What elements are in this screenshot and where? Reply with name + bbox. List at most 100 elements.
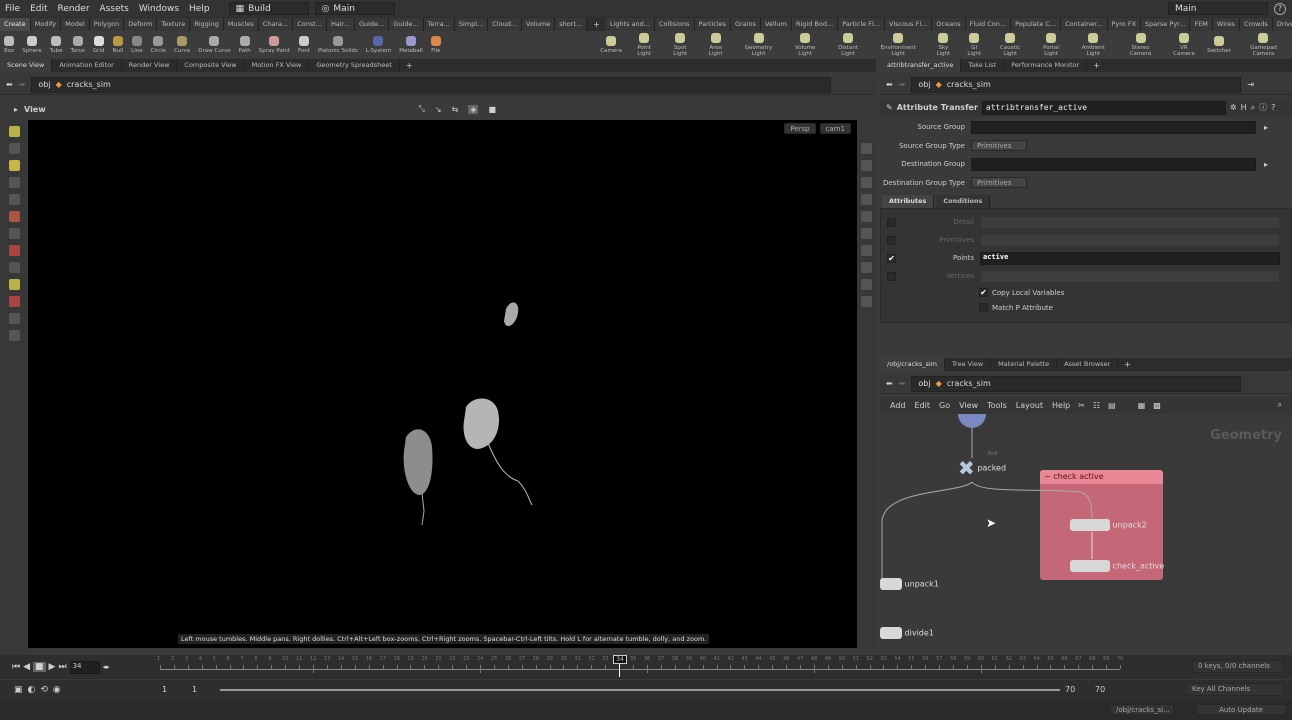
param-tab[interactable]: Performance Monitor [1004,59,1088,72]
step-icon[interactable]: ◂▸ [103,663,110,671]
start-frame[interactable]: 1 [162,685,167,694]
network-tab[interactable]: /obj/cracks_sim [880,358,946,371]
pin-icon[interactable]: ⇥ [1247,80,1254,89]
loop-icon[interactable]: ⟲ [40,685,48,695]
persp-menu[interactable]: Persp [784,123,816,134]
range-slider[interactable] [220,689,1060,691]
shelf-tab[interactable]: Vellum [760,17,792,31]
attrib-checkbox[interactable] [887,271,896,281]
attrib-checkbox[interactable] [887,217,896,227]
network-menu-edit[interactable]: Edit [915,401,931,410]
light-icon[interactable] [861,177,872,188]
shelf-tool-volume-light[interactable]: Volume Light [784,32,827,57]
tab-geometry-spreadsheet[interactable]: Geometry Spreadsheet [309,59,400,72]
settings-icon[interactable]: ◉ [53,685,61,695]
shelf-tool-gi-light[interactable]: GI Light [960,32,989,57]
runtime-select[interactable]: ◎ Main [314,2,395,15]
pose-tool-icon[interactable] [8,177,20,188]
shelf-tool-point-light[interactable]: Point Light [626,32,663,57]
attrib-checkbox[interactable] [887,235,896,245]
shelf-tab[interactable]: Texture [157,17,191,31]
param-tab[interactable]: Take List [961,59,1005,72]
shading-icon[interactable] [861,194,872,205]
shelf-tab[interactable]: FEM [1190,17,1213,31]
node-divide1[interactable]: divide1 [880,627,934,639]
network-menu-view[interactable]: View [959,401,978,410]
network-graph[interactable]: Geometry − check active ✖ Null packed unp… [880,414,1292,652]
shelf-tab[interactable]: Particle Fl... [838,17,886,31]
shelf-tab[interactable]: Const... [293,17,328,31]
shelf-tab[interactable]: Polygon [89,17,125,31]
wire-icon[interactable] [861,211,872,222]
shelf-tool-null[interactable]: Null [108,35,127,54]
shelf-tab[interactable]: Deform [124,17,158,31]
tab-animation-editor[interactable]: Animation Editor [52,59,122,72]
magnet-icon[interactable] [8,296,20,307]
shelf-tool-ambient-light[interactable]: Ambient Light [1070,32,1116,57]
menu-render[interactable]: Render [53,4,95,14]
go-end-icon[interactable]: ⏭ [58,662,66,672]
realtime-icon[interactable]: ▣ [14,685,23,695]
shelf-tool-tube[interactable]: Tube [46,35,67,54]
frame-field[interactable]: 34 [69,660,100,674]
param-field[interactable] [971,120,1256,134]
shelf-tab[interactable]: Fluid Con... [965,17,1012,31]
attrib-field[interactable] [980,233,1280,247]
select-arrow-icon[interactable]: ▸ [1256,123,1268,132]
keys-channels-display[interactable]: 0 keys, 0/0 channels [1192,660,1284,673]
paint-icon[interactable] [8,245,20,256]
attrib-checkbox[interactable]: ✔ [887,253,896,263]
shelf-tool-spray-paint[interactable]: Spray Paint [255,35,294,54]
select-icon[interactable]: ⤡ [418,104,424,114]
shelf-tab[interactable]: Rigid Bod... [791,17,839,31]
vis-icon[interactable] [861,296,872,307]
param-field[interactable] [971,157,1256,171]
path-cracks-sim[interactable]: cracks_sim [67,80,111,89]
shelf-tool-caustic-light[interactable]: Caustic Light [989,32,1032,57]
attrib-field[interactable] [980,215,1280,229]
menu-file[interactable]: File [0,4,25,14]
measure-icon[interactable] [8,262,20,273]
back-icon[interactable]: ⬅ [886,379,893,388]
shelf-tab[interactable]: Modify [30,17,62,31]
handle-icon[interactable] [8,211,20,222]
menu-help[interactable]: Help [184,4,215,14]
help-icon[interactable]: ? [1274,2,1286,15]
desktop-select[interactable]: ▦ Build [228,2,309,15]
stop-icon[interactable]: ■ [33,662,46,672]
select-arrow-icon[interactable]: ▸ [1256,160,1268,169]
add-tab-button[interactable]: + [1118,360,1137,369]
shelf-tab[interactable]: Muscles [223,17,259,31]
audio-icon[interactable]: ◐ [28,685,36,695]
param-tab[interactable]: attribtransfer_active [880,59,962,72]
shelf-tool-portal-light[interactable]: Portal Light [1032,32,1071,57]
shelf-tab[interactable]: Sparse Pyr... [1141,17,1191,31]
shelf-tab[interactable]: Create [0,17,31,31]
grid-icon[interactable] [861,262,872,273]
shelf-tool-stereo-camera[interactable]: Stereo Camera [1116,32,1164,57]
tab-scene-view[interactable]: Scene View [0,59,53,72]
shelf-tab[interactable]: Container... [1061,17,1108,31]
play-back-icon[interactable]: ◀ [23,662,30,672]
shelf-tool-l-system[interactable]: L-System [362,35,395,54]
shelf-tab[interactable]: Drive Sim... [1272,17,1292,31]
shelf-tab[interactable]: Guide... [354,17,390,31]
shelf-tool-torus[interactable]: Torus [67,35,89,54]
attrib-field[interactable]: active [980,251,1280,265]
shelf-tool-environment-light[interactable]: Environment Light [869,32,927,57]
ghost-icon[interactable]: ■ [488,105,496,114]
shelf-tool-area-light[interactable]: Area Light [698,32,734,57]
shelf-tab[interactable]: Model [61,17,90,31]
node-check-active[interactable]: check_active [1070,560,1164,572]
sculpt-icon[interactable] [8,279,20,290]
add-shelf-button[interactable]: + [587,20,606,29]
list-icon[interactable]: ▤ [1108,401,1116,410]
shelf-tool-gamepad-camera[interactable]: Gamepad Camera [1235,32,1292,57]
network-tab[interactable]: Material Palette [991,358,1058,371]
tab-render-view[interactable]: Render View [122,59,178,72]
shelf-tab[interactable]: Pyro FX [1107,17,1142,31]
shelf-tool-line[interactable]: Line [127,35,146,54]
shelf-tool-spot-light[interactable]: Spot Light [662,32,697,57]
back-icon[interactable]: ⬅ [6,80,13,89]
update-mode-select[interactable]: Auto Update [1196,704,1286,715]
